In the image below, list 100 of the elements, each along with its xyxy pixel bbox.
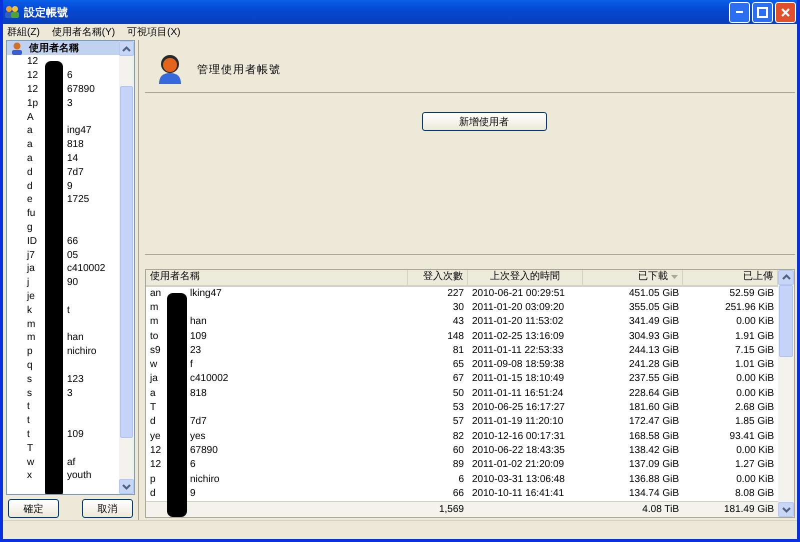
username-fragment[interactable]: ID — [27, 236, 41, 247]
username-fragment[interactable]: 123 — [67, 374, 84, 385]
username-fragment[interactable]: c410002 — [67, 263, 106, 274]
username-fragment[interactable]: 3 — [67, 98, 73, 109]
table-cell-text: 81 — [452, 344, 465, 358]
username-fragment[interactable]: a — [27, 125, 41, 136]
username-fragment: 818 — [190, 386, 207, 401]
username-fragment[interactable]: 12 — [27, 56, 41, 68]
table-cell-text: 2011-01-15 18:10:49 — [471, 372, 566, 386]
username-fragment: d — [150, 486, 157, 501]
username-fragment[interactable]: j7 — [27, 250, 41, 261]
table-cell-text: 7.15 GiB — [734, 344, 775, 358]
table-cell-text: 67 — [452, 372, 465, 386]
username-fragment[interactable]: af — [67, 456, 76, 468]
table-cell-text: 241.28 GiB — [628, 358, 680, 372]
scroll-up-button[interactable] — [119, 41, 134, 56]
username-fragment[interactable]: youth — [67, 470, 92, 482]
scroll-down-button[interactable] — [778, 502, 794, 517]
username-fragment[interactable]: d — [27, 180, 41, 192]
table-cell-text: 57 — [452, 415, 465, 430]
scrollbar[interactable] — [119, 41, 134, 494]
column-header[interactable]: 登入次數 — [408, 270, 468, 285]
username-fragment[interactable]: 6 — [67, 70, 73, 82]
table-cell-text: 341.49 GiB — [628, 315, 680, 330]
table-cell-text: 30 — [452, 300, 465, 315]
scroll-thumb[interactable] — [120, 86, 133, 438]
username-fragment[interactable]: T — [27, 442, 41, 454]
username-fragment[interactable]: 3 — [67, 388, 73, 399]
scroll-down-button[interactable] — [119, 479, 134, 494]
username-fragment[interactable]: ja — [27, 263, 41, 274]
menu-item[interactable]: 使用者名稱(Y) — [52, 25, 116, 39]
username-fragment[interactable]: x — [27, 470, 41, 482]
table-cell-text: 136.88 GiB — [628, 472, 680, 487]
column-header[interactable]: 已下載 — [583, 270, 683, 285]
menu-item[interactable]: 群組(Z) — [7, 25, 40, 39]
dialog-button[interactable]: 確定 — [8, 499, 59, 518]
username-fragment[interactable]: 9 — [67, 180, 73, 192]
username-fragment[interactable]: 1p — [27, 98, 41, 109]
username-fragment[interactable]: d — [27, 166, 41, 178]
table-cell-text: 304.93 GiB — [628, 330, 680, 344]
list-header-item[interactable]: 使用者名稱 — [7, 41, 119, 55]
username-fragment[interactable]: m — [27, 318, 41, 330]
username-fragment[interactable]: t — [27, 415, 41, 426]
table-cell-text: 134.74 GiB — [628, 486, 680, 501]
username-fragment[interactable]: j — [27, 277, 41, 288]
username-fragment: yes — [190, 430, 206, 444]
username-fragment[interactable]: 67890 — [67, 84, 95, 95]
username-fragment[interactable]: s — [27, 388, 41, 399]
username-fragment[interactable]: a — [27, 139, 41, 150]
dialog-button[interactable]: 取消 — [82, 499, 133, 518]
username-fragment[interactable]: t — [67, 304, 70, 316]
username-fragment[interactable]: k — [27, 304, 41, 316]
username-fragment[interactable]: m — [27, 332, 41, 344]
username-fragment[interactable]: s — [27, 374, 41, 385]
close-button[interactable] — [775, 2, 796, 22]
username-fragment[interactable]: nichiro — [67, 346, 96, 358]
add-user-button[interactable]: 新增使用者 — [422, 112, 546, 131]
maximize-button[interactable] — [752, 2, 773, 22]
username-fragment[interactable]: 1725 — [67, 194, 90, 206]
menu-item[interactable]: 可視項目(X) — [127, 25, 180, 39]
users-icon — [4, 5, 20, 19]
username-fragment[interactable]: je — [27, 290, 41, 302]
username-fragment[interactable]: t — [27, 428, 41, 440]
username-fragment[interactable]: e — [27, 194, 41, 206]
username-fragment[interactable]: han — [67, 332, 84, 344]
username-fragment[interactable]: a — [27, 152, 41, 164]
minimize-button[interactable] — [729, 2, 750, 22]
username-fragment[interactable]: 12 — [27, 70, 41, 82]
username-fragment[interactable]: q — [27, 360, 41, 371]
username-fragment[interactable]: 66 — [67, 236, 78, 247]
username-fragment[interactable]: 14 — [67, 152, 78, 164]
column-header[interactable]: 上次登入的時間 — [468, 270, 583, 285]
total-cell-text: 181.49 GiB — [722, 502, 775, 516]
username-fragment[interactable]: fu — [27, 208, 41, 220]
table-cell-text: 89 — [452, 458, 465, 472]
scroll-up-button[interactable] — [778, 270, 794, 285]
column-header[interactable]: 使用者名稱 — [146, 270, 408, 285]
username-fragment: 12 — [150, 444, 162, 458]
table-cell-text: 228.64 GiB — [628, 386, 680, 401]
username-fragment[interactable]: ing47 — [67, 125, 92, 136]
username-fragment[interactable]: p — [27, 346, 41, 358]
username-fragment: d — [150, 415, 157, 430]
table-cell-text: 2011-01-20 03:09:20 — [471, 300, 566, 315]
username-fragment[interactable]: g — [27, 222, 41, 233]
username-fragment[interactable]: 109 — [67, 428, 84, 440]
username-fragment[interactable]: w — [27, 456, 41, 468]
username-fragment[interactable]: t — [27, 401, 41, 412]
table-cell-text: 2011-01-02 21:20:09 — [471, 458, 566, 472]
username-fragment[interactable]: A — [27, 112, 41, 123]
scroll-thumb[interactable] — [779, 284, 793, 357]
table-cell-text: 2010-06-21 00:29:51 — [471, 286, 566, 301]
username-fragment[interactable]: 7d7 — [67, 166, 84, 178]
username-fragment[interactable]: 05 — [67, 250, 78, 261]
username-fragment[interactable]: 12 — [27, 84, 41, 95]
table-cell-text: 148 — [446, 330, 465, 344]
username-fragment[interactable]: 818 — [67, 139, 84, 150]
username-fragment[interactable]: 90 — [67, 277, 78, 288]
scrollbar[interactable] — [778, 270, 794, 517]
username-fragment: c410002 — [190, 372, 228, 386]
table-cell-text: 0.00 KiB — [735, 444, 775, 458]
